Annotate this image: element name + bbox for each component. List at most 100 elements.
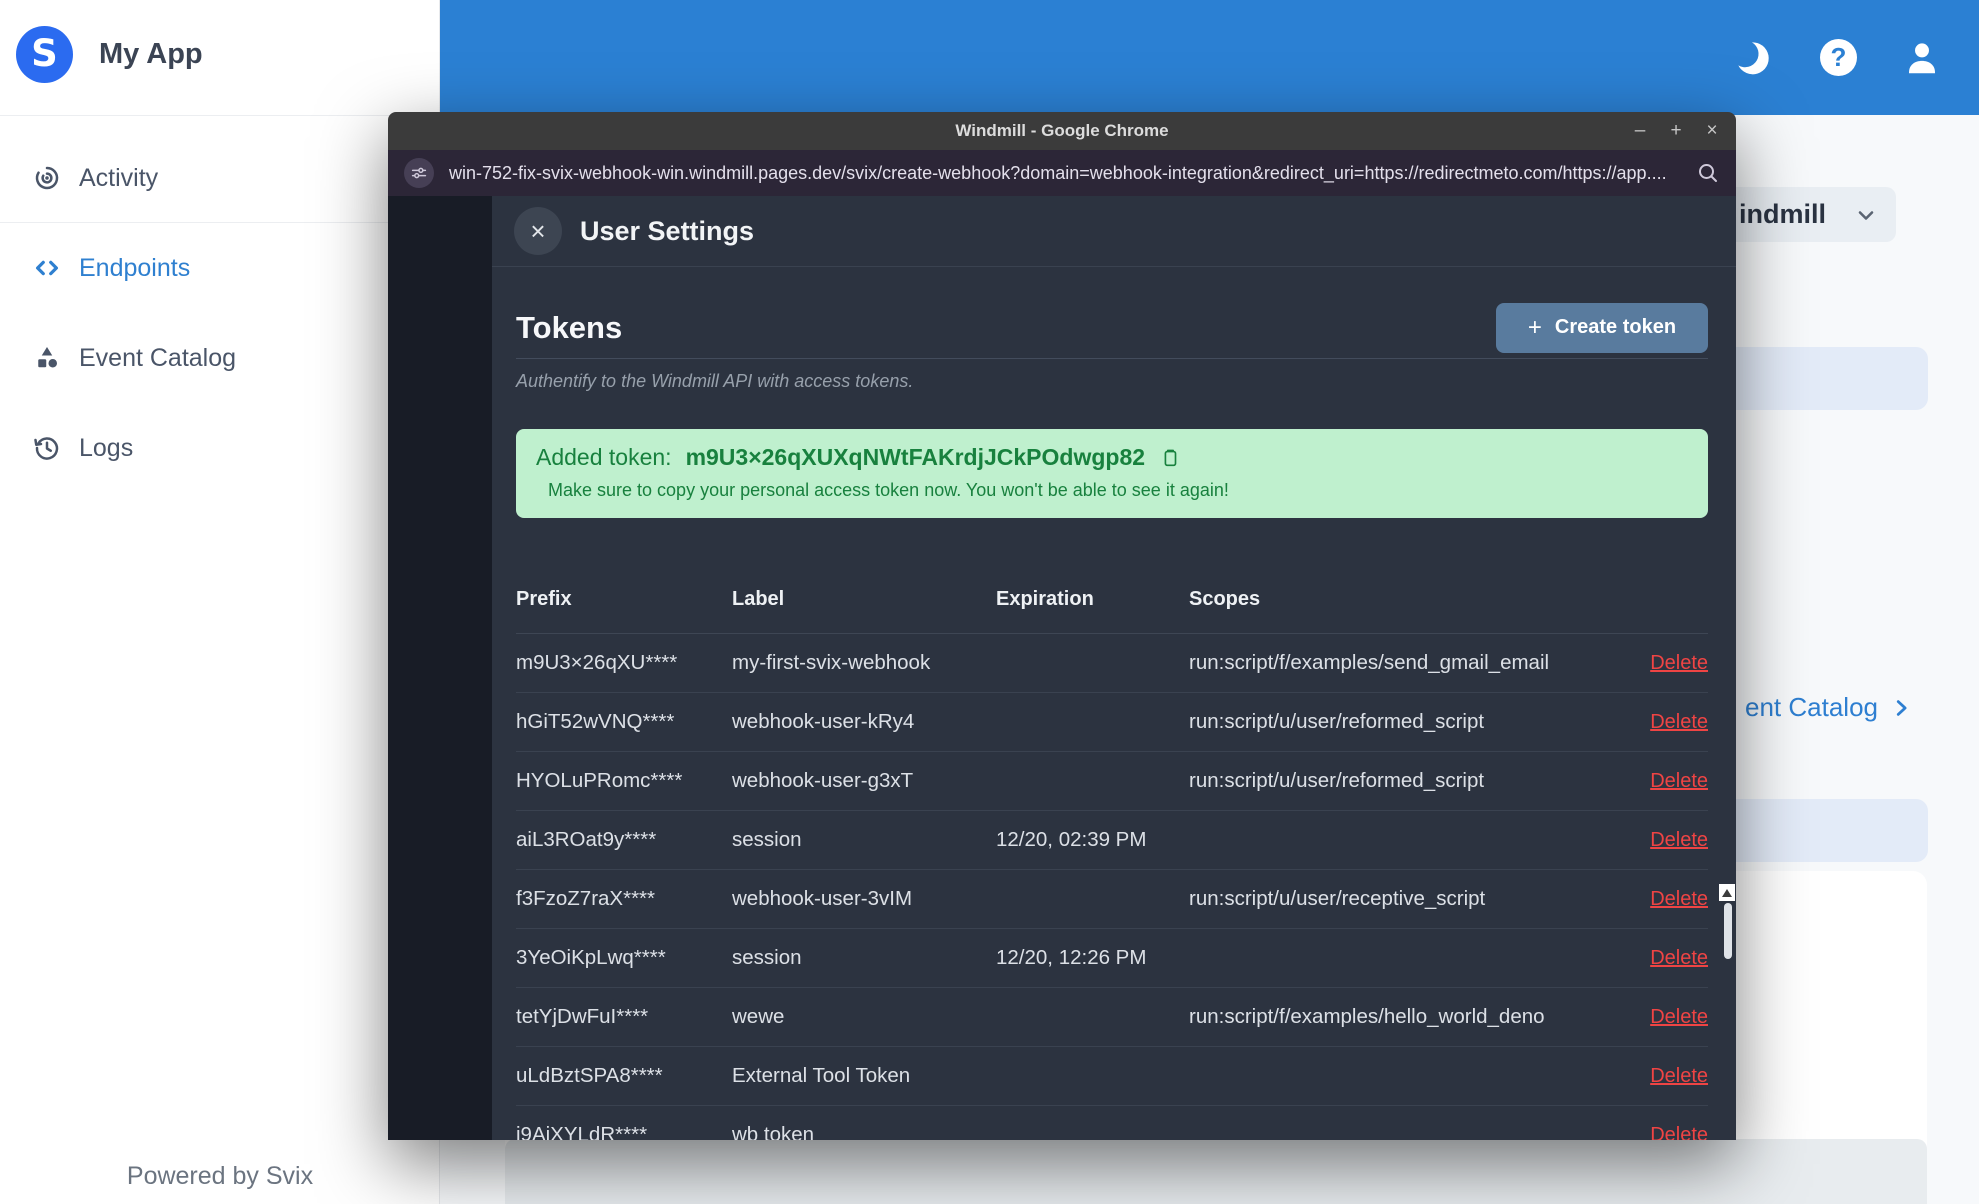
scroll-up-button[interactable] [1719, 884, 1735, 901]
sidebar-item-endpoints[interactable]: Endpoints [0, 240, 440, 296]
create-token-label: Create token [1554, 316, 1677, 338]
cell-prefix: tetYjDwFuI**** [516, 1005, 649, 1028]
table-row: tetYjDwFuI**** wewe run:script/f/example… [516, 988, 1708, 1047]
cell-label: webhook-user-kRy4 [732, 710, 915, 733]
cell-prefix: uLdBztSPA8**** [516, 1064, 663, 1087]
sidebar-item-label: Logs [79, 433, 134, 462]
scrollbar-thumb[interactable] [1724, 903, 1732, 959]
tokens-table-body: m9U3×26qXU**** my-first-svix-webhook run… [516, 634, 1708, 1140]
cell-prefix: i9AiXYLdR**** [516, 1123, 648, 1140]
cell-expiration: 12/20, 02:39 PM [996, 828, 1147, 851]
workspace-select-label: indmill [1739, 199, 1826, 229]
col-expiration: Expiration [996, 588, 1094, 610]
address-bar[interactable]: win-752-fix-svix-webhook-win.windmill.pa… [388, 150, 1736, 196]
tokens-section-header: Tokens + Create token [516, 297, 1708, 359]
delete-link[interactable]: Delete [1650, 829, 1708, 852]
activity-icon [32, 163, 62, 193]
site-info-icon[interactable] [404, 158, 434, 188]
added-token-alert: Added token: m9U3×26qXUXqNWtFAKrdjJCkPOd… [516, 429, 1708, 518]
create-token-button[interactable]: + Create token [1496, 302, 1708, 353]
svix-logo: S [16, 26, 73, 83]
delete-link[interactable]: Delete [1650, 770, 1708, 793]
event-catalog-link[interactable]: ent Catalog [1745, 692, 1912, 723]
table-row: f3FzoZ7raX**** webhook-user-3vIM run:scr… [516, 870, 1708, 929]
close-icon[interactable]: × [514, 207, 562, 255]
cell-prefix: aiL3ROat9y**** [516, 828, 657, 851]
delete-link[interactable]: Delete [1650, 1124, 1708, 1141]
table-row: hGiT52wVNQ**** webhook-user-kRy4 run:scr… [516, 693, 1708, 752]
dark-mode-moon-icon[interactable] [1734, 38, 1774, 78]
help-icon[interactable]: ? [1820, 39, 1857, 76]
cell-scopes: run:script/u/user/receptive_script [1189, 887, 1486, 910]
chevron-down-icon [1854, 203, 1878, 227]
delete-link[interactable]: Delete [1650, 1065, 1708, 1088]
delete-link[interactable]: Delete [1650, 652, 1708, 675]
table-row: 3YeOiKpLwq**** session 12/20, 12:26 PM D… [516, 929, 1708, 988]
cell-prefix: m9U3×26qXU**** [516, 651, 678, 674]
cell-label: session [732, 828, 802, 851]
event-catalog-link-label: ent Catalog [1745, 692, 1878, 722]
col-label: Label [732, 588, 785, 610]
app-sidebar: S My App Activity Endpoints Event Catalo… [0, 0, 440, 1204]
cell-scopes: run:script/u/user/reformed_script [1189, 769, 1485, 792]
cell-label: webhook-user-3vIM [732, 887, 913, 910]
cell-expiration: 12/20, 12:26 PM [996, 946, 1147, 969]
tokens-subtitle: Authentify to the Windmill API with acce… [516, 371, 914, 391]
code-brackets-icon [32, 253, 62, 283]
screen: ? S My App Activity Endpoints Event Cata… [0, 0, 1979, 1204]
cell-scopes: run:script/u/user/reformed_script [1189, 710, 1485, 733]
shapes-icon [32, 343, 62, 373]
user-icon[interactable] [1903, 39, 1941, 77]
sidebar-item-event-catalog[interactable]: Event Catalog [0, 330, 440, 386]
delete-link[interactable]: Delete [1650, 1006, 1708, 1029]
table-row: HYOLuPRomc**** webhook-user-g3xT run:scr… [516, 752, 1708, 811]
plus-icon: + [1527, 313, 1542, 341]
added-token-value: m9U3×26qXUXqNWtFAKrdjJCkPOdwgp82 [685, 444, 1146, 470]
delete-link[interactable]: Delete [1650, 888, 1708, 911]
background-input-area [505, 1139, 1927, 1204]
tokens-table-header: Prefix Label Expiration Scopes [516, 588, 1708, 634]
window-titlebar[interactable]: Windmill - Google Chrome – + × [388, 112, 1736, 150]
sidebar-item-label: Activity [79, 163, 159, 192]
drawer-header: × User Settings [492, 196, 1736, 267]
cell-prefix: hGiT52wVNQ**** [516, 710, 675, 733]
maximize-button[interactable]: + [1658, 120, 1694, 142]
token-warning-message: Make sure to copy your personal access t… [548, 480, 1229, 500]
app-topbar: ? [440, 0, 1979, 115]
window-title: Windmill - Google Chrome [955, 121, 1169, 140]
tokens-heading: Tokens [516, 309, 623, 345]
powered-by-svix: Powered by Svix [126, 1162, 314, 1190]
minimize-button[interactable]: – [1622, 120, 1658, 142]
cell-prefix: HYOLuPRomc**** [516, 769, 683, 792]
sidebar-item-label: Endpoints [79, 253, 191, 282]
history-icon [32, 433, 62, 463]
zoom-icon[interactable] [1696, 161, 1720, 185]
drawer-title: User Settings [580, 215, 755, 246]
app-logo-row: S My App [0, 0, 439, 83]
chevron-right-icon [1890, 697, 1912, 719]
url-text[interactable]: win-752-fix-svix-webhook-win.windmill.pa… [449, 163, 1696, 184]
divider [0, 115, 439, 116]
sidebar-item-logs[interactable]: Logs [0, 420, 440, 476]
cell-label: session [732, 946, 802, 969]
table-row: aiL3ROat9y**** session 12/20, 02:39 PM D… [516, 811, 1708, 870]
cell-label: External Tool Token [732, 1064, 911, 1087]
cell-label: my-first-svix-webhook [732, 651, 931, 674]
user-settings-drawer: × User Settings Tokens + Create token Au… [492, 196, 1736, 1140]
table-row: m9U3×26qXU**** my-first-svix-webhook run… [516, 634, 1708, 693]
added-token-label: Added token: [536, 444, 672, 470]
table-row: uLdBztSPA8**** External Tool Token Delet… [516, 1047, 1708, 1106]
cell-label: webhook-user-g3xT [732, 769, 914, 792]
copy-clipboard-icon[interactable] [1159, 447, 1181, 469]
col-prefix: Prefix [516, 588, 572, 610]
delete-link[interactable]: Delete [1650, 711, 1708, 734]
browser-viewport: × User Settings Tokens + Create token Au… [388, 196, 1736, 1140]
divider [0, 222, 439, 223]
help-glyph: ? [1830, 42, 1847, 72]
cell-prefix: f3FzoZ7raX**** [516, 887, 656, 910]
delete-link[interactable]: Delete [1650, 947, 1708, 970]
sidebar-item-activity[interactable]: Activity [0, 150, 440, 206]
window-close-button[interactable]: × [1694, 120, 1730, 142]
sidebar-item-label: Event Catalog [79, 343, 237, 372]
chrome-window: Windmill - Google Chrome – + × win-752-f… [388, 112, 1736, 1140]
